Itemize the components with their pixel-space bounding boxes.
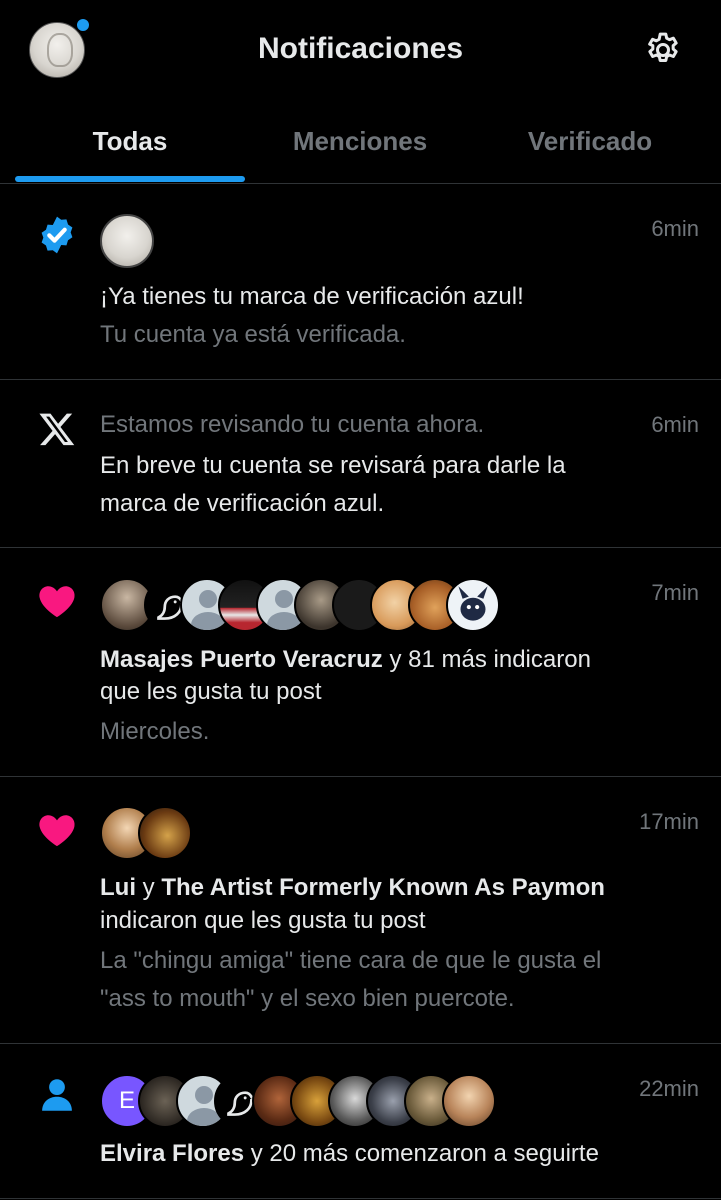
notification-body: En breve tu cuenta se revisará para darl… xyxy=(100,452,566,479)
tab-menciones[interactable]: Menciones xyxy=(245,126,475,157)
notification-item[interactable]: 6min ¡Ya tienes tu marca de verificación… xyxy=(0,184,721,380)
x-logo-icon xyxy=(39,413,75,446)
mascot-icon xyxy=(458,586,488,621)
page-title: Notificaciones xyxy=(257,32,464,65)
post-snippet: Miercoles. xyxy=(100,718,210,745)
notification-text: indicaron que les gusta tu post xyxy=(100,907,426,934)
top-bar: Notificaciones xyxy=(0,0,721,100)
notification-item[interactable]: E 22min Elvira Flores y 20 más comenzaro… xyxy=(0,1044,721,1200)
follower-avatars: E xyxy=(100,1074,500,1128)
notification-body: marca de verificación azul. xyxy=(100,490,385,517)
notification-text: Masajes Puerto Veracruz y 81 más indicar… xyxy=(100,643,591,676)
notification-text: Lui y The Artist Formerly Known As Paymo… xyxy=(100,871,605,904)
tab-todas[interactable]: Todas xyxy=(15,126,245,157)
heart-icon xyxy=(39,586,75,618)
actor-name[interactable]: Elvira Flores xyxy=(100,1140,244,1167)
timestamp: 6min xyxy=(651,412,699,437)
tab-verificado[interactable]: Verificado xyxy=(475,126,705,157)
timestamp: 17min xyxy=(639,809,699,834)
avatar[interactable] xyxy=(442,1074,496,1128)
timestamp: 6min xyxy=(651,216,699,241)
avatar[interactable] xyxy=(446,578,500,632)
unread-dot xyxy=(75,17,91,33)
timestamp: 7min xyxy=(651,580,699,605)
notification-title: Estamos revisando tu cuenta ahora. xyxy=(100,411,485,438)
active-tab-indicator xyxy=(15,176,245,182)
post-snippet: "ass to mouth" y el sexo bien puercote. xyxy=(100,985,515,1012)
notification-item[interactable]: 7min Masajes Puerto Veracruz y 81 más in… xyxy=(0,548,721,777)
gear-icon[interactable] xyxy=(643,30,683,70)
person-icon xyxy=(42,1079,72,1111)
avatar[interactable] xyxy=(100,214,154,268)
post-snippet: La "chingu amiga" tiene cara de que le g… xyxy=(100,947,602,974)
liker-avatars xyxy=(100,578,500,632)
bottom-divider xyxy=(0,1198,721,1199)
notification-title: ¡Ya tienes tu marca de verificación azul… xyxy=(100,283,524,310)
avatar[interactable] xyxy=(138,806,192,860)
notification-subtitle: Tu cuenta ya está verificada. xyxy=(100,321,406,348)
liker-avatars xyxy=(100,806,200,860)
actor-name[interactable]: Lui xyxy=(100,874,136,901)
notification-text: Elvira Flores y 20 más comenzaron a segu… xyxy=(100,1137,599,1170)
verified-badge-icon xyxy=(41,216,73,254)
heart-icon xyxy=(39,815,75,847)
notification-text-rest: y 20 más comenzaron a seguirte xyxy=(244,1140,599,1167)
notification-item[interactable]: 17min Lui y The Artist Formerly Known As… xyxy=(0,777,721,1044)
notification-tabs: Todas Menciones Verificado xyxy=(0,100,721,184)
actor-name[interactable]: Masajes Puerto Veracruz xyxy=(100,646,383,673)
timestamp: 22min xyxy=(639,1076,699,1101)
notification-text-rest: y 81 más indicaron xyxy=(382,646,591,673)
notification-text-joiner: y xyxy=(136,874,162,901)
notification-text: que les gusta tu post xyxy=(100,678,322,705)
actor-name[interactable]: The Artist Formerly Known As Paymon xyxy=(161,874,605,901)
notification-item[interactable]: 6min Estamos revisando tu cuenta ahora. … xyxy=(0,380,721,548)
